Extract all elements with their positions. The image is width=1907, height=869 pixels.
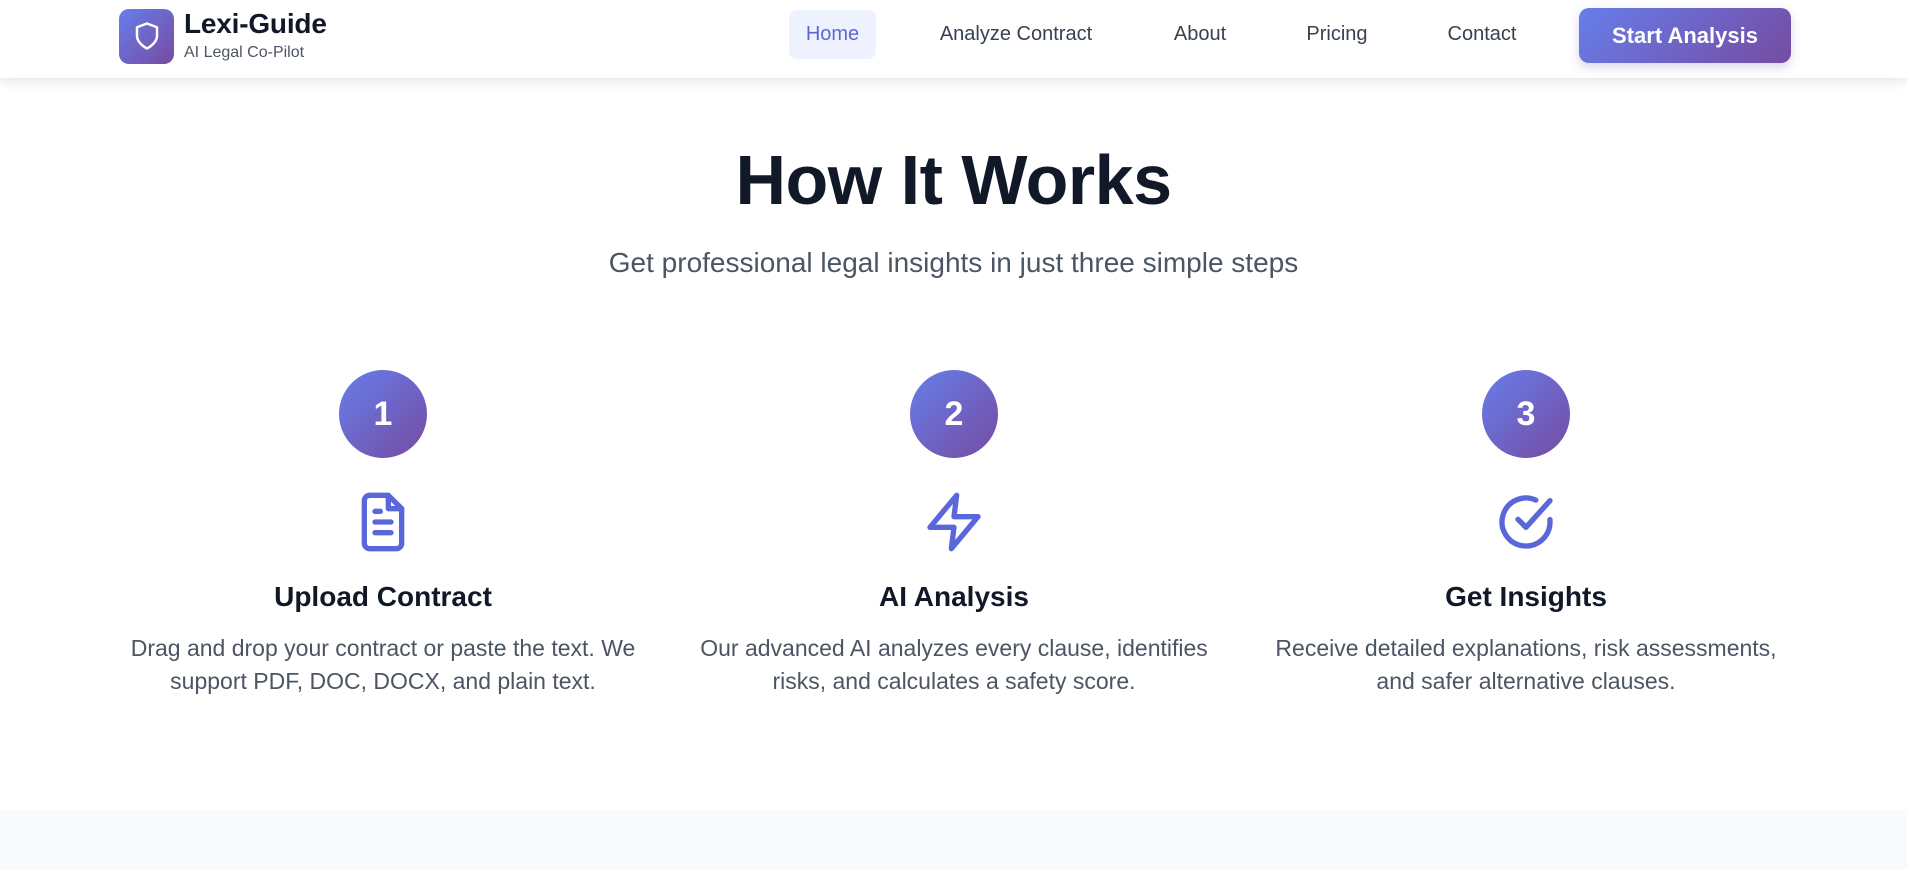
brand-text: Lexi-Guide AI Legal Co-Pilot xyxy=(184,8,327,64)
step-icon-wrapper xyxy=(922,490,986,554)
brand-tagline: AI Legal Co-Pilot xyxy=(184,44,305,61)
brand-name: Lexi-Guide xyxy=(184,8,327,39)
nav-contact[interactable]: Contact xyxy=(1437,10,1527,59)
brand-logo xyxy=(119,8,174,64)
step-upload-contract: 1 Upload Contract Drag and drop your con… xyxy=(103,370,663,698)
section-title: How It Works xyxy=(735,141,1172,219)
section-subtitle: Get professional legal insights in just … xyxy=(608,247,1299,278)
brand[interactable]: Lexi-Guide AI Legal Co-Pilot xyxy=(119,8,327,64)
next-section-band xyxy=(0,810,1907,869)
nav-home[interactable]: Home xyxy=(789,10,876,59)
step-number-badge: 3 xyxy=(1482,370,1570,458)
step-description: Our advanced AI analyzes every clause, i… xyxy=(700,635,1208,694)
step-get-insights: 3 Get Insights Receive detailed explanat… xyxy=(1246,370,1806,698)
step-ai-analysis: 2 AI Analysis Our advanced AI analyzes e… xyxy=(674,370,1234,698)
step-icon-wrapper xyxy=(1494,490,1558,554)
top-navbar: Lexi-Guide AI Legal Co-Pilot Home Analyz… xyxy=(0,0,1907,78)
step-number-badge: 2 xyxy=(910,370,998,458)
nav-about[interactable]: About xyxy=(1160,10,1240,59)
step-title: Upload Contract xyxy=(274,581,492,612)
step-title: Get Insights xyxy=(1445,581,1607,612)
step-title: AI Analysis xyxy=(879,581,1029,612)
check-circle-icon xyxy=(1499,495,1553,549)
nav-pricing[interactable]: Pricing xyxy=(1295,10,1379,59)
nav-analyze-contract[interactable]: Analyze Contract xyxy=(925,10,1107,59)
lightning-bolt-icon xyxy=(927,492,981,552)
step-icon-wrapper xyxy=(351,490,415,554)
step-description: Drag and drop your contract or paste the… xyxy=(130,635,636,694)
document-icon xyxy=(361,492,405,552)
shield-icon xyxy=(135,22,158,50)
start-analysis-button[interactable]: Start Analysis xyxy=(1579,8,1791,63)
step-number-badge: 1 xyxy=(339,370,427,458)
step-description: Receive detailed explanations, risk asse… xyxy=(1275,635,1777,694)
